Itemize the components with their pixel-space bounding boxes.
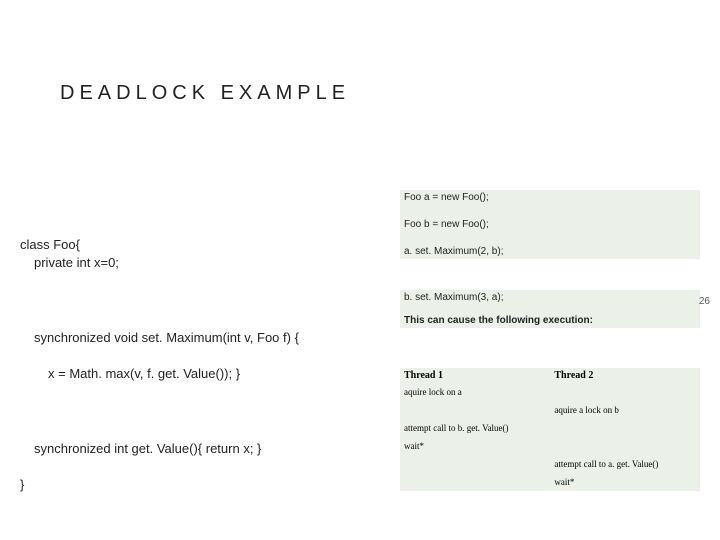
- code-line: private int x=0;: [20, 254, 400, 272]
- code-line: }: [20, 477, 24, 492]
- table-cell: [550, 419, 700, 437]
- table-cell: [550, 437, 700, 455]
- code-line: x = Math. max(v, f. get. Value()); }: [20, 365, 400, 383]
- slide-title: DEADLOCK EXAMPLE: [60, 82, 350, 105]
- table-header: Thread 2: [550, 368, 700, 383]
- exec-line: Foo a = new Foo();: [400, 190, 700, 205]
- exec-line: This can cause the following execution:: [400, 313, 700, 328]
- table-cell: attempt call to b. get. Value(): [400, 419, 550, 437]
- table-cell: [400, 473, 550, 491]
- code-block-left: class Foo{ private int x=0; synchronized…: [20, 218, 400, 494]
- table-cell: wait*: [550, 473, 700, 491]
- exec-line: b. set. Maximum(3, a);: [400, 290, 700, 305]
- exec-line: a. set. Maximum(2, b);: [400, 244, 700, 259]
- table-row: wait*: [400, 437, 700, 455]
- thread-table: Thread 1 Thread 2 aquire lock on a aquir…: [400, 368, 700, 491]
- table-cell: [550, 383, 700, 401]
- table-row: attempt call to b. get. Value(): [400, 419, 700, 437]
- code-line: class Foo{: [20, 237, 80, 252]
- table-row: aquire lock on a: [400, 383, 700, 401]
- code-line: synchronized void set. Maximum(int v, Fo…: [20, 329, 400, 347]
- table-cell: aquire a lock on b: [550, 401, 700, 419]
- table-cell: aquire lock on a: [400, 383, 550, 401]
- execution-box-top: Foo a = new Foo(); Foo b = new Foo(); a.…: [400, 190, 700, 259]
- table-cell: wait*: [400, 437, 550, 455]
- table-row: attempt call to a. get. Value(): [400, 455, 700, 473]
- table-cell: [400, 401, 550, 419]
- table-cell: [400, 455, 550, 473]
- code-line: synchronized int get. Value(){ return x;…: [20, 440, 400, 458]
- table-header: Thread 1: [400, 368, 550, 383]
- table-row: wait*: [400, 473, 700, 491]
- table-cell: attempt call to a. get. Value(): [550, 455, 700, 473]
- exec-line: Foo b = new Foo();: [400, 217, 700, 232]
- page-number: 26: [699, 296, 710, 307]
- table-row: aquire a lock on b: [400, 401, 700, 419]
- execution-box-bottom: b. set. Maximum(3, a); This can cause th…: [400, 290, 700, 328]
